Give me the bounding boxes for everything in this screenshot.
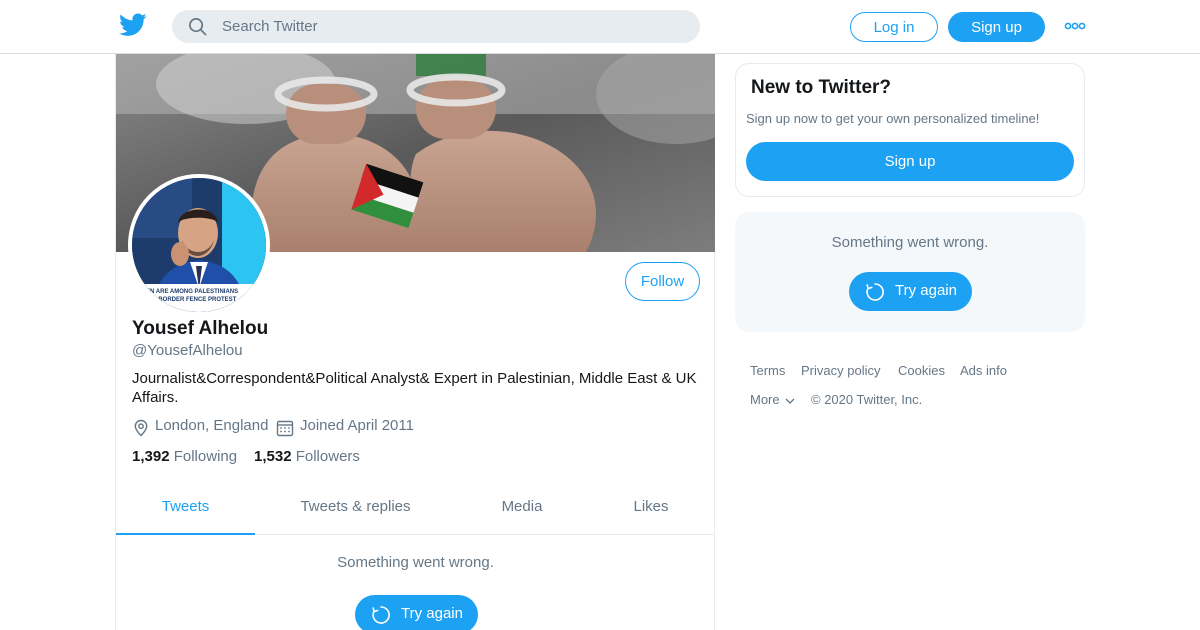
footer-copyright: © 2020 Twitter, Inc. bbox=[811, 392, 923, 407]
search-input[interactable] bbox=[222, 10, 682, 43]
profile-handle: @YousefAlhelou bbox=[132, 342, 243, 359]
chevron-down-icon bbox=[785, 398, 795, 404]
profile-bio: Journalist&Correspondent&Political Analy… bbox=[132, 370, 697, 406]
search-icon bbox=[189, 18, 207, 36]
tab-likes[interactable]: Likes bbox=[606, 486, 696, 535]
signup-card: New to Twitter? Sign up now to get your … bbox=[735, 63, 1085, 197]
more-dots-icon[interactable] bbox=[1064, 18, 1086, 34]
footer-link-ads-info[interactable]: Ads info bbox=[960, 363, 1007, 378]
sidebar-error-card: Something went wrong. Try again bbox=[735, 212, 1085, 332]
login-button[interactable]: Log in bbox=[850, 12, 938, 42]
footer-more-label: More bbox=[750, 392, 780, 407]
sidebar-retry-button[interactable]: Try again bbox=[849, 272, 972, 311]
timeline-retry-label: Try again bbox=[401, 605, 463, 622]
twitter-bird-icon[interactable] bbox=[119, 13, 147, 37]
calendar-icon bbox=[276, 420, 294, 437]
tab-media[interactable]: Media bbox=[476, 486, 568, 535]
profile-location-text: London, England bbox=[155, 417, 269, 434]
profile-joined-text: Joined April 2011 bbox=[300, 417, 414, 434]
avatar-caption-line1: EN ARE AMONG PALESTINIANS bbox=[146, 289, 238, 295]
avatar-image: EN ARE AMONG PALESTINIANS ING BORDER FEN… bbox=[132, 178, 266, 312]
signup-card-title: New to Twitter? bbox=[751, 77, 892, 98]
footer-link-cookies[interactable]: Cookies bbox=[898, 363, 945, 378]
profile-column: EN ARE AMONG PALESTINIANS ING BORDER FEN… bbox=[115, 54, 715, 630]
timeline-retry-button[interactable]: Try again bbox=[355, 595, 478, 630]
footer-link-terms[interactable]: Terms bbox=[750, 363, 785, 378]
location-pin-icon bbox=[134, 419, 148, 437]
following-stat[interactable]: 1,392 Following bbox=[132, 448, 237, 465]
profile-display-name: Yousef Alhelou bbox=[132, 318, 269, 339]
refresh-icon bbox=[372, 606, 390, 624]
refresh-icon bbox=[866, 283, 884, 301]
followers-stat[interactable]: 1,532 Followers bbox=[254, 448, 360, 465]
profile-avatar[interactable]: EN ARE AMONG PALESTINIANS ING BORDER FEN… bbox=[128, 174, 270, 316]
sidebar-retry-label: Try again bbox=[895, 282, 957, 299]
signup-card-button[interactable]: Sign up bbox=[746, 142, 1074, 181]
following-count: 1,392 bbox=[132, 448, 170, 465]
followers-label: Followers bbox=[295, 448, 360, 465]
search-bar bbox=[172, 10, 700, 43]
tab-tweets-replies[interactable]: Tweets & replies bbox=[276, 486, 435, 535]
profile-tabs: Tweets Tweets & replies Media Likes bbox=[116, 486, 715, 535]
avatar-caption-line2: ING BORDER FENCE PROTEST bbox=[146, 297, 237, 303]
timeline-error-message: Something went wrong. bbox=[337, 554, 494, 571]
tab-tweets[interactable]: Tweets bbox=[116, 486, 255, 535]
footer-link-more[interactable]: More bbox=[750, 392, 795, 407]
footer-link-privacy[interactable]: Privacy policy bbox=[801, 363, 880, 378]
sidebar-error-message: Something went wrong. bbox=[831, 234, 989, 251]
signup-button[interactable]: Sign up bbox=[948, 12, 1045, 42]
followers-count: 1,532 bbox=[254, 448, 292, 465]
signup-card-subtitle: Sign up now to get your own personalized… bbox=[746, 111, 1040, 126]
top-bar: Log in Sign up bbox=[0, 0, 1200, 54]
follow-button[interactable]: Follow bbox=[625, 262, 700, 301]
following-label: Following bbox=[173, 448, 238, 465]
